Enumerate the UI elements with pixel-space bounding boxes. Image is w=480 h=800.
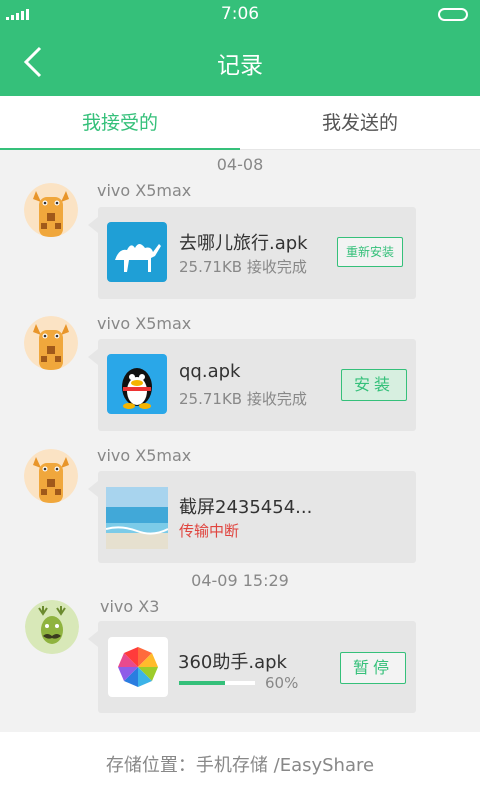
camel-app-icon (107, 222, 167, 282)
date-label: 04-08 (216, 155, 264, 174)
tab-indicator (0, 148, 240, 150)
giraffe-avatar[interactable] (24, 449, 78, 503)
app-bar: 记录 (0, 28, 480, 96)
battery-icon (438, 8, 468, 21)
progress-bar (179, 681, 255, 685)
file-name: 截屏2435454... (179, 497, 313, 518)
file-status: 传输中断 (179, 522, 240, 540)
sender-name: vivo X5max (97, 314, 192, 333)
file-status: 25.71KB 接收完成 (179, 390, 307, 408)
file-name: 去哪儿旅行.apk (179, 233, 308, 254)
pause-button[interactable]: 暂停 (340, 652, 406, 684)
install-button[interactable]: 安装 (341, 369, 407, 401)
file-card[interactable]: 去哪儿旅行.apk 25.71KB 接收完成 重新安装 (88, 207, 416, 299)
tab-sent[interactable]: 我发送的 (240, 96, 480, 150)
reinstall-button[interactable]: 重新安装 (337, 237, 403, 267)
sender-name: vivo X3 (100, 597, 160, 616)
giraffe-avatar[interactable] (24, 183, 78, 237)
file-card[interactable]: 截屏2435454... 传输中断 (88, 471, 416, 563)
page-title: 记录 (217, 53, 263, 79)
file-status: 25.71KB 接收完成 (179, 258, 307, 276)
sender-name: vivo X5max (97, 181, 192, 200)
tab-bar: 我接受的 我发送的 (0, 96, 480, 150)
progress-bar-fill (179, 681, 225, 685)
status-time: 7:06 (220, 4, 260, 24)
date-label: 04-09 15:29 (191, 571, 289, 590)
sender-name: vivo X5max (97, 446, 192, 465)
file-name: 360助手.apk (178, 652, 287, 673)
file-name: qq.apk (179, 361, 241, 382)
giraffe-avatar[interactable] (24, 316, 78, 370)
status-bar: 7:06 (0, 0, 480, 28)
beach-image-thumbnail (106, 487, 168, 549)
progress-percent: 60% (265, 674, 299, 692)
file-card[interactable]: 360助手.apk 60% 暂停 (88, 621, 416, 713)
penguin-app-icon (107, 354, 167, 414)
file-card[interactable]: qq.apk 25.71KB 接收完成 安装 (88, 339, 416, 431)
storage-location-footer: 存储位置：手机存储 /EasyShare (0, 732, 480, 800)
360-app-icon (108, 637, 168, 697)
deer-avatar[interactable] (25, 600, 79, 654)
tab-received[interactable]: 我接受的 (0, 96, 240, 150)
